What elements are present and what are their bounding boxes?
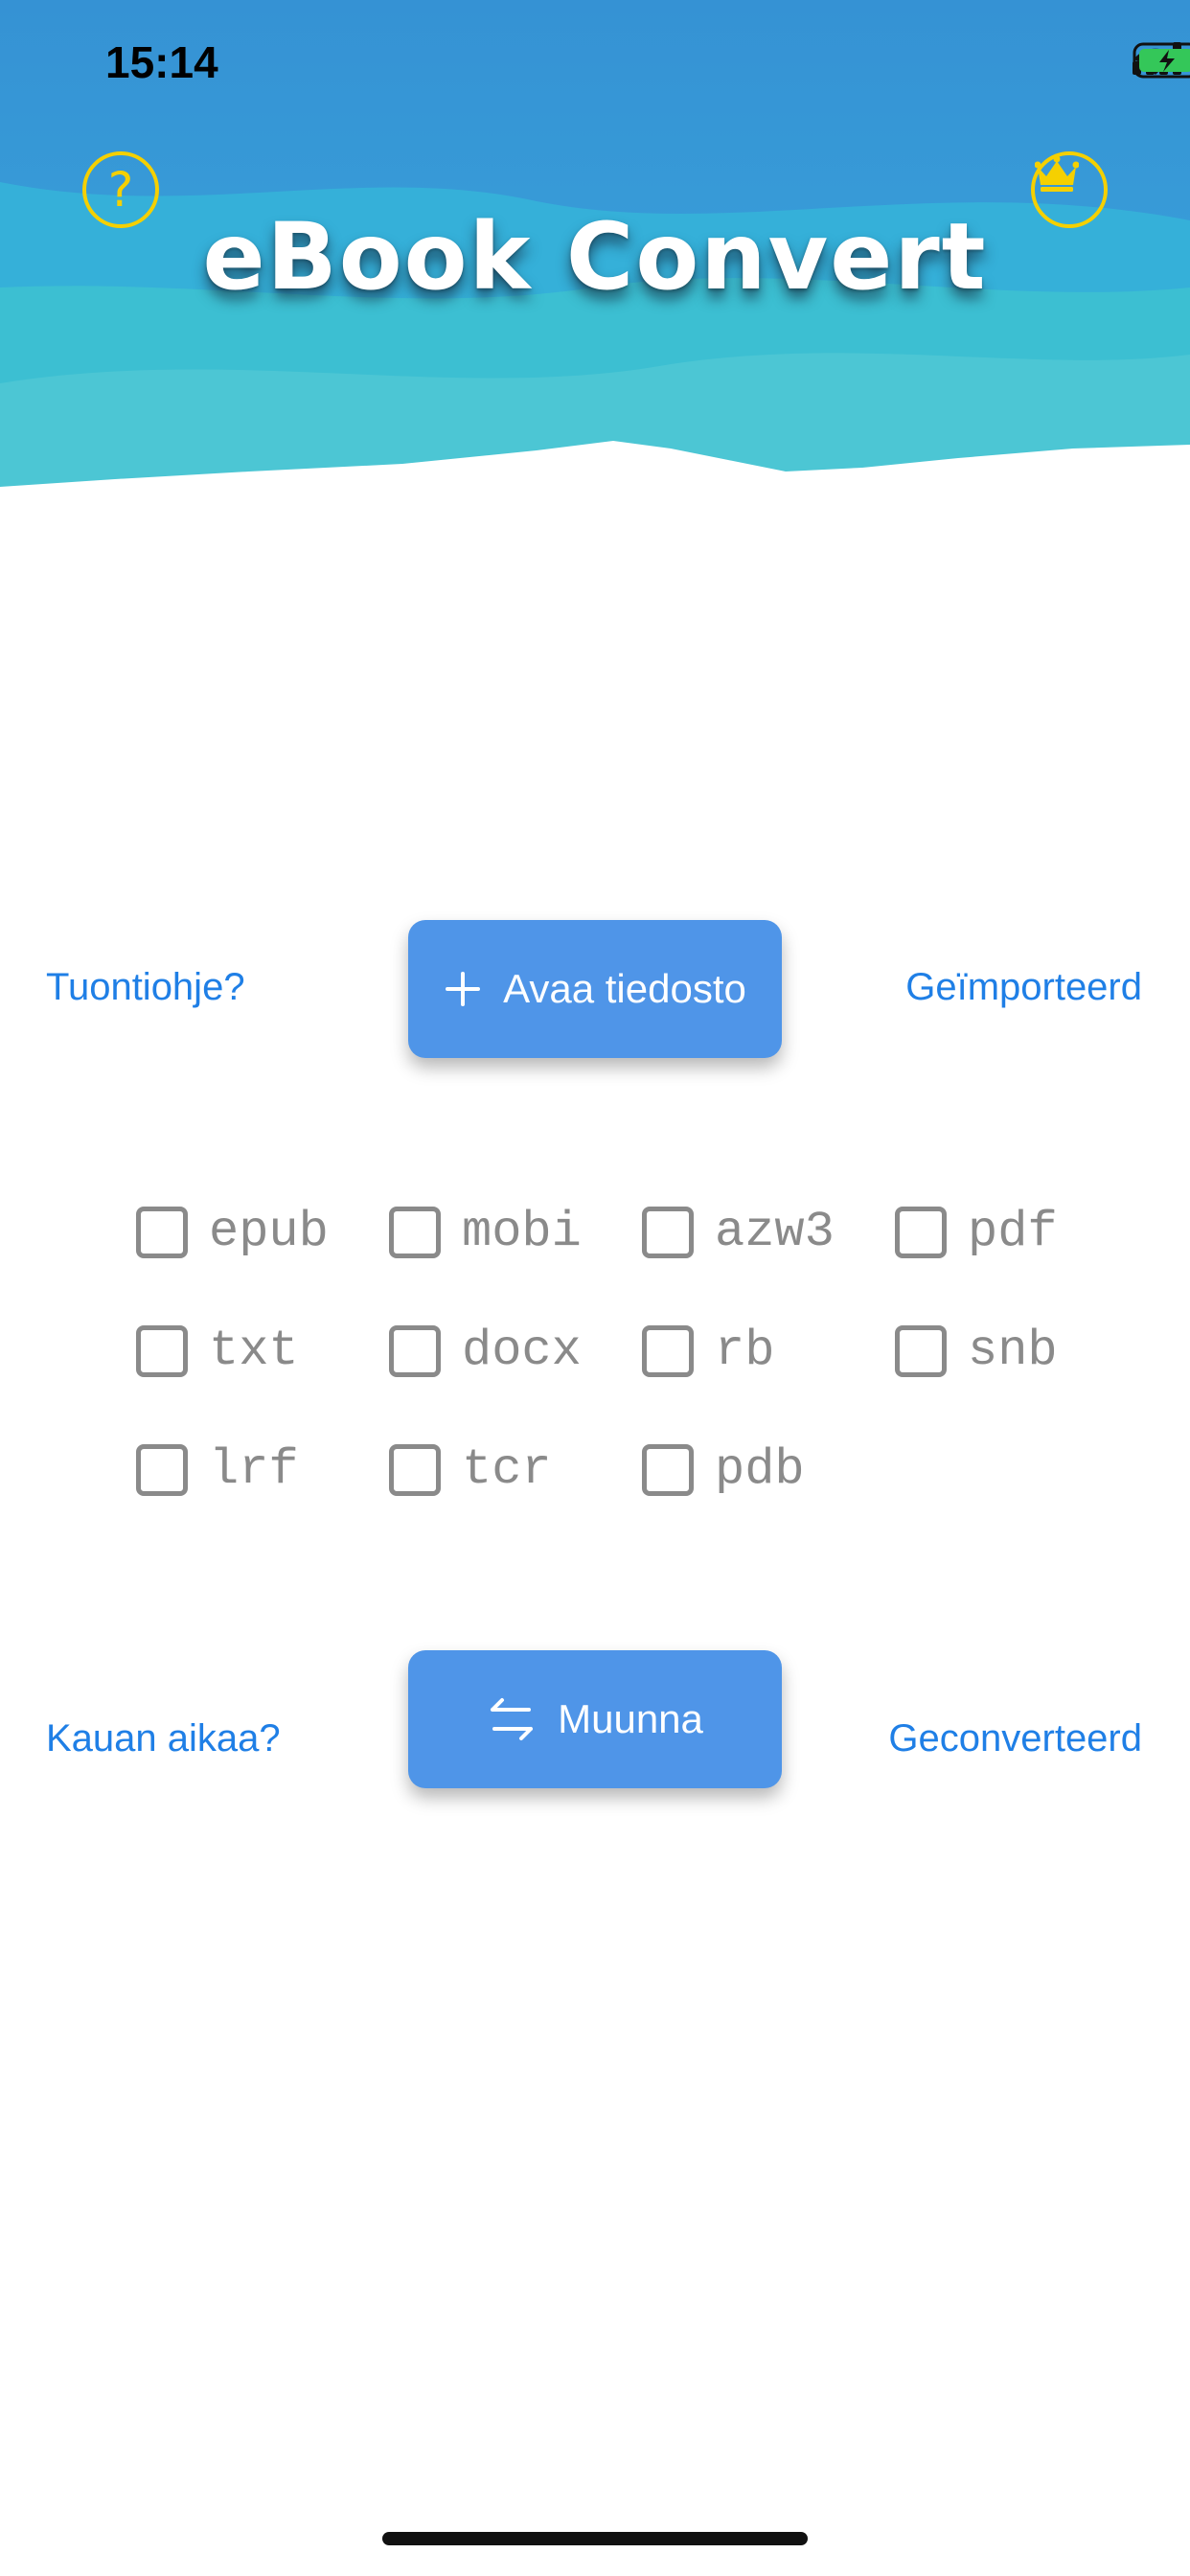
checkbox[interactable]	[895, 1324, 947, 1377]
checkbox[interactable]	[136, 1443, 188, 1496]
checkbox[interactable]	[389, 1324, 441, 1377]
format-option-snb[interactable]: snb	[895, 1322, 1058, 1379]
swap-arrows-icon	[491, 1698, 534, 1740]
checkbox[interactable]	[642, 1206, 694, 1258]
status-time: 15:14	[105, 37, 218, 87]
format-option-txt[interactable]: txt	[136, 1322, 299, 1379]
format-label: epub	[209, 1204, 329, 1260]
checkbox[interactable]	[642, 1443, 694, 1496]
checkbox[interactable]	[389, 1206, 441, 1258]
open-file-label: Avaa tiedosto	[503, 966, 746, 1011]
format-option-azw3[interactable]: azw3	[642, 1204, 835, 1260]
app-header: 15:14 ? eBook Convert	[0, 0, 1190, 498]
import-help-link[interactable]: Tuontiohje?	[46, 966, 245, 1009]
app-title: eBook Convert	[202, 203, 988, 310]
crown-icon	[1035, 155, 1079, 192]
how-long-link[interactable]: Kauan aikaa?	[46, 1717, 281, 1760]
format-label: rb	[715, 1322, 775, 1379]
checkbox[interactable]	[642, 1324, 694, 1377]
battery-icon	[1133, 42, 1190, 79]
format-label: azw3	[715, 1204, 835, 1260]
format-label: pdb	[715, 1441, 805, 1498]
format-label: lrf	[209, 1441, 299, 1498]
format-label: txt	[209, 1322, 299, 1379]
format-label: mobi	[462, 1204, 582, 1260]
format-option-tcr[interactable]: tcr	[389, 1441, 552, 1498]
convert-label: Muunna	[558, 1696, 703, 1741]
format-option-pdb[interactable]: pdb	[642, 1441, 805, 1498]
format-label: tcr	[462, 1441, 552, 1498]
checkbox[interactable]	[136, 1324, 188, 1377]
format-option-rb[interactable]: rb	[642, 1322, 774, 1379]
format-label: snb	[968, 1322, 1058, 1379]
format-label: pdf	[968, 1204, 1058, 1260]
imported-files-link[interactable]: Geïmporteerd	[905, 966, 1142, 1009]
plus-icon	[446, 972, 481, 1006]
checkbox[interactable]	[136, 1206, 188, 1258]
format-label: docx	[462, 1322, 582, 1379]
converted-files-link[interactable]: Geconverteerd	[888, 1717, 1142, 1760]
checkbox[interactable]	[895, 1206, 947, 1258]
checkbox[interactable]	[389, 1443, 441, 1496]
format-option-docx[interactable]: docx	[389, 1322, 582, 1379]
convert-button[interactable]: Muunna	[408, 1650, 782, 1788]
home-indicator	[382, 2532, 808, 2545]
format-option-lrf[interactable]: lrf	[136, 1441, 299, 1498]
open-file-button[interactable]: Avaa tiedosto	[408, 920, 782, 1058]
format-option-mobi[interactable]: mobi	[389, 1204, 582, 1260]
format-option-pdf[interactable]: pdf	[895, 1204, 1058, 1260]
format-option-epub[interactable]: epub	[136, 1204, 329, 1260]
